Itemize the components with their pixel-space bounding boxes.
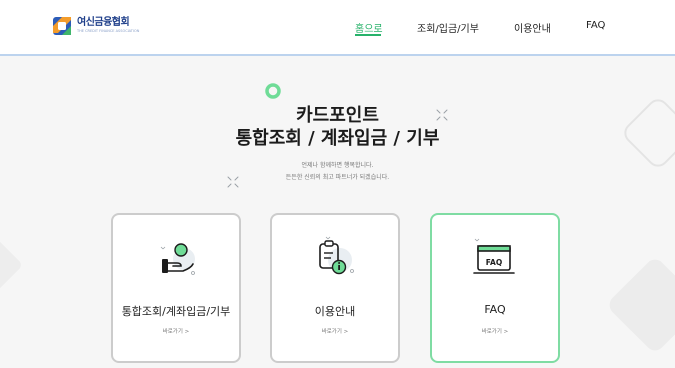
background-shape-bottom-right	[609, 259, 675, 351]
clipboard-info-icon	[319, 236, 354, 275]
card-title: 통합조회/계좌입금/기부	[121, 305, 231, 318]
card-usage-guide[interactable]: 이용안내 바로가기 >	[270, 213, 400, 363]
card-shortcut-link[interactable]: 바로가기 >	[432, 327, 558, 335]
nav-home[interactable]: 홈으로	[355, 20, 383, 35]
faq-icon-label: FAQ	[486, 258, 502, 267]
logo-mark-icon	[53, 17, 71, 35]
card-inquiry-deposit-donation[interactable]: 통합조회/계좌입금/기부 바로가기 >	[111, 213, 241, 363]
nav-faq[interactable]: FAQ	[586, 20, 605, 31]
card-title: FAQ	[484, 303, 506, 316]
nav-guide[interactable]: 이용안내	[514, 20, 551, 35]
hero-description-line2: 든든한 신뢰의 최고 파트너가 되겠습니다.	[285, 174, 390, 181]
card-shortcut-link[interactable]: 바로가기 >	[113, 327, 239, 335]
hero-title-line2: 통합조회 / 계좌입금 / 기부	[235, 128, 440, 149]
card-shortcut-link[interactable]: 바로가기 >	[272, 327, 398, 335]
card-title: 이용안내	[314, 305, 356, 318]
logo-subtitle: THE CREDIT FINANCE ASSOCIATION	[77, 29, 140, 34]
nav-inquiry[interactable]: 조회/입금/기부	[417, 20, 479, 35]
hand-coin-icon	[160, 243, 195, 275]
logo-text: 여신금융협회 THE CREDIT FINANCE ASSOCIATION	[77, 18, 139, 34]
hero-description-line1: 언제나 함께하면 행복합니다.	[301, 162, 374, 169]
logo-name: 여신금융협회	[77, 17, 130, 29]
logo[interactable]: 여신금융협회 THE CREDIT FINANCE ASSOCIATION	[52, 16, 139, 36]
card-faq[interactable]: FAQ FAQ 바로가기 >	[430, 213, 560, 363]
faq-monitor-icon: FAQ	[473, 238, 515, 274]
green-ring-decoration	[265, 83, 281, 99]
nav-home-underline	[355, 34, 381, 36]
site-header: 여신금융협회 THE CREDIT FINANCE ASSOCIATION 홈으…	[0, 0, 675, 56]
background-shape-left	[0, 239, 21, 291]
